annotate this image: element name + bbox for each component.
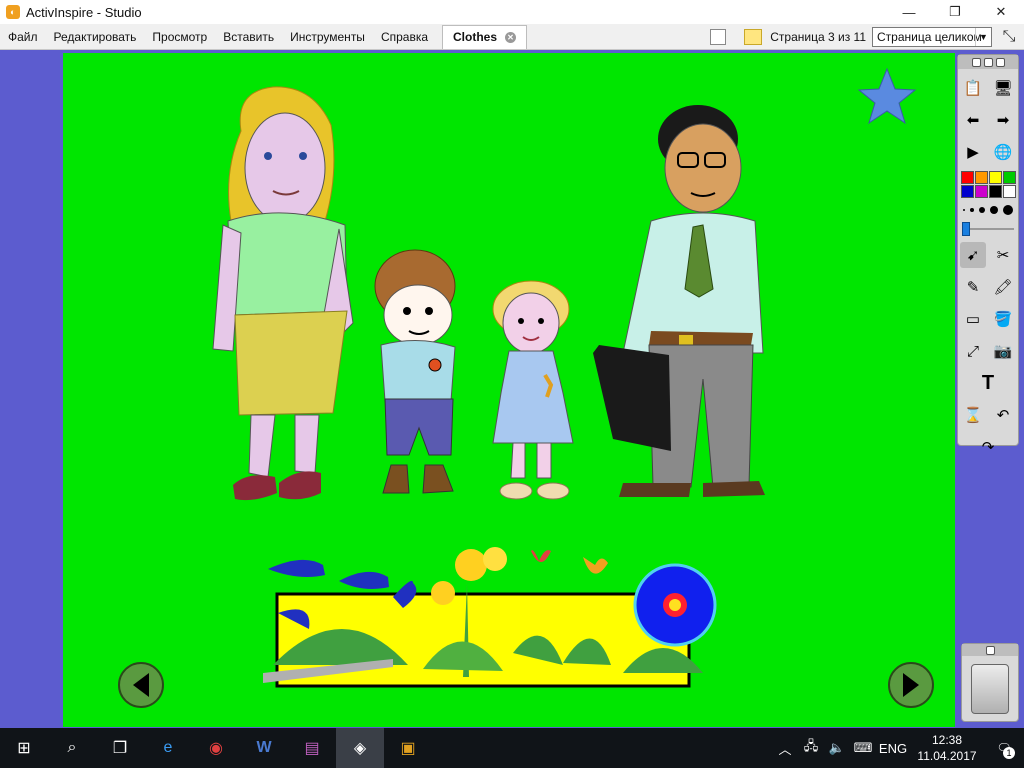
color-palette [961,171,1018,198]
chrome-icon[interactable]: ◉ [192,728,240,768]
connector-icon[interactable]: ⤢ [960,338,986,364]
menu-tools[interactable]: Инструменты [282,24,373,50]
color-white[interactable] [1003,185,1016,198]
volume-icon[interactable]: 🔈 [824,740,850,756]
edge-icon[interactable]: e [144,728,192,768]
menu-file[interactable]: Файл [0,24,46,50]
pen-width-selector[interactable] [961,204,1015,216]
winrar-icon[interactable]: ▤ [288,728,336,768]
pen-icon[interactable]: ✎ [960,274,986,300]
flipchart-browser-icon[interactable]: 📋 [960,75,986,101]
chevron-down-icon[interactable]: ▼ [975,28,991,46]
father-figure[interactable] [593,105,765,497]
color-picker-icon[interactable]: 🌐 [990,139,1016,165]
menu-insert[interactable]: Вставить [215,24,282,50]
close-button[interactable]: ✕ [978,0,1024,24]
window-controls: — ❐ ✕ [886,0,1024,24]
language-indicator[interactable]: ENG [876,741,910,756]
minimize-button[interactable]: — [886,0,932,24]
flower-box[interactable] [263,547,717,688]
girl-figure[interactable] [492,280,574,500]
tab-label: Clothes [453,30,498,44]
notification-count: 1 [1003,747,1015,759]
mother-figure[interactable] [212,86,354,501]
color-blue[interactable] [961,185,974,198]
color-red[interactable] [961,171,974,184]
zoom-select[interactable]: Страница целиком ▼ [872,27,992,47]
redo-icon[interactable]: ↷ [975,434,1001,460]
page-indicator: Страница 3 из 11 [770,30,866,44]
word-icon[interactable]: W [240,728,288,768]
menu-edit[interactable]: Редактировать [46,24,145,50]
close-tab-icon[interactable]: ✕ [505,31,517,43]
page-controls: Страница 3 из 11 Страница целиком ▼ ⤡ [710,24,1024,50]
toolbox-header [958,55,1018,69]
highlighter-icon[interactable]: 🖍 [990,274,1016,300]
magic-tools-icon[interactable]: 🖥 [990,75,1016,101]
color-green[interactable] [1003,171,1016,184]
slider-thumb[interactable] [962,222,970,236]
zoom-select-value: Страница целиком [877,30,982,44]
wps-icon[interactable]: ▣ [384,728,432,768]
select-icon[interactable]: ➹ [960,242,986,268]
clock-time: 12:38 [931,733,963,747]
scene-svg [118,67,934,708]
keyboard-icon[interactable]: ⌨ [850,740,876,756]
title-bar: ◐ ActivInspire - Studio — ❐ ✕ [0,0,1024,24]
search-icon[interactable]: ⌕ [48,728,96,768]
tools-icon[interactable]: ✂ [990,242,1016,268]
windows-start-icon[interactable]: ⊞ [0,728,48,768]
system-tray: ︿ 🖧 🔈 ⌨ ENG 12:38 11.04.2017 🗨1 [772,728,1024,768]
next-page-icon[interactable]: ➡ [990,107,1016,133]
trash-icon[interactable] [971,664,1009,714]
camera-icon[interactable]: 📷 [990,338,1016,364]
eraser-icon[interactable]: ▭ [960,306,986,332]
back-arrow-button[interactable] [118,662,164,708]
width-slider[interactable] [962,222,1014,236]
network-icon[interactable]: 🖧 [798,737,824,759]
previous-page-icon[interactable]: ⬅ [960,107,986,133]
toolbox: 📋 🖥 ⬅ ➡ ▶ 🌐 ➹ ✂ ✎ 🖍 ▭ 🪣 ⤢ 📷 T ⌛ ↶ ↷ [957,54,1019,456]
maximize-button[interactable]: ❐ [932,0,978,24]
color-orange[interactable] [975,171,988,184]
forward-arrow-button[interactable] [888,662,934,708]
task-view-icon[interactable]: ❐ [96,728,144,768]
notification-icon[interactable]: 🗨1 [984,728,1024,768]
tab-flipchart[interactable]: Clothes ✕ [442,24,528,49]
note-icon[interactable] [744,29,763,45]
text-icon[interactable]: T [975,370,1001,396]
clock-date: 11.04.2017 [917,749,977,763]
star-icon[interactable] [857,67,917,125]
menu-view[interactable]: Просмотр [144,24,215,50]
fullscreen-icon[interactable]: ⤡ [998,26,1020,48]
taskbar: ⊞ ⌕ ❐ e ◉ W ▤ ◈ ▣ ︿ 🖧 🔈 ⌨ ENG 12:38 11.0… [0,728,1024,768]
menu-bar: Файл Редактировать Просмотр Вставить Инс… [0,24,1024,50]
menu-help[interactable]: Справка [373,24,436,50]
boy-figure[interactable] [374,249,456,494]
left-margin [0,50,63,727]
play-icon[interactable]: ▶ [960,139,986,165]
color-yellow[interactable] [989,171,1002,184]
undo-icon[interactable]: ↶ [990,402,1016,428]
window-title: ActivInspire - Studio [26,4,142,20]
trash-header [962,644,1018,656]
color-purple[interactable] [975,185,988,198]
activinspire-icon: ◐ [6,5,20,19]
flipchart-canvas[interactable] [63,53,955,727]
chevron-up-icon[interactable]: ︿ [772,739,798,758]
fill-icon[interactable]: 🪣 [990,306,1016,332]
clock[interactable]: 12:38 11.04.2017 [910,732,984,764]
page-view-icon[interactable] [710,29,727,45]
clear-icon[interactable]: ⌛ [960,402,986,428]
color-black[interactable] [989,185,1002,198]
trash-panel [961,643,1019,722]
activinspire-icon[interactable]: ◈ [336,728,384,768]
